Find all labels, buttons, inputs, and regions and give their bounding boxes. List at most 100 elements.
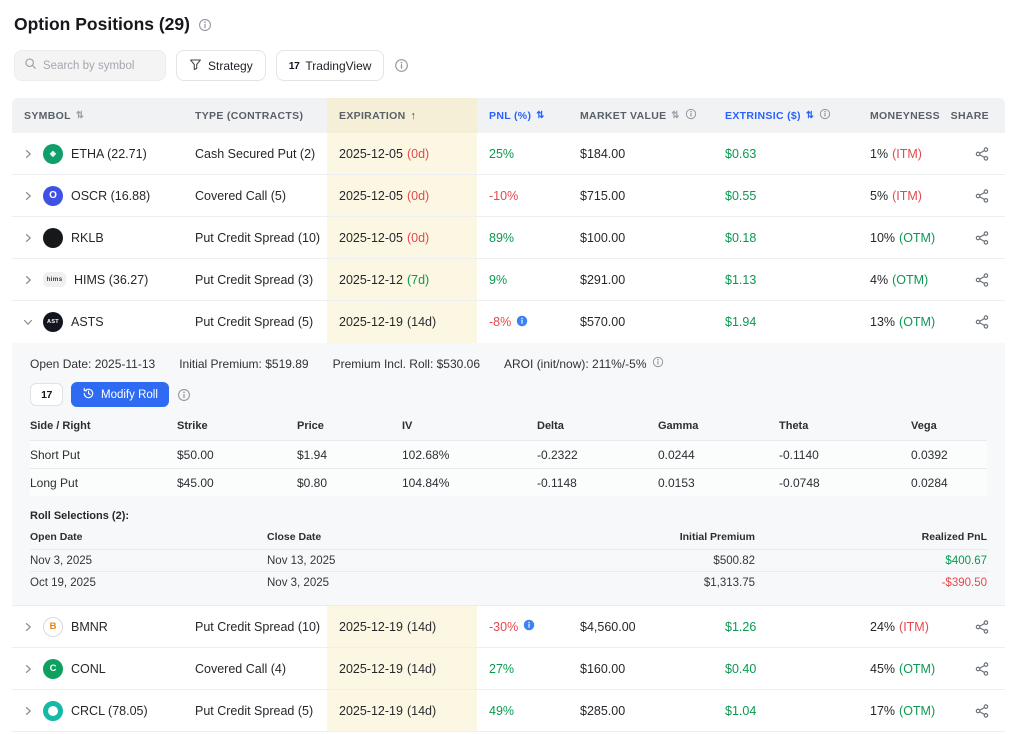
table-row[interactable]: CRCL (78.05) Put Credit Spread (5) 2025-… <box>12 690 1005 732</box>
tradingview-button-label: TradingView <box>305 59 371 73</box>
table-row[interactable]: C CONL Covered Call (4) 2025-12-19 (14d)… <box>12 648 1005 690</box>
column-header-type: TYPE (CONTRACTS) <box>183 98 327 133</box>
roll-open-date: Oct 19, 2025 <box>30 577 267 589</box>
type-cell: Cash Secured Put (2) <box>183 147 327 161</box>
roll-selections-section: Roll Selections (2): Open Date Close Dat… <box>30 510 987 593</box>
side-right-value: Long Put <box>30 476 177 490</box>
info-icon[interactable] <box>819 108 831 123</box>
pnl-cell: -30% <box>477 619 568 634</box>
symbol-label: BMNR <box>71 620 108 634</box>
theta-value: -0.0748 <box>779 476 911 490</box>
toolbar: Strategy 17 TradingView <box>14 50 1005 81</box>
crcl-logo-icon <box>43 701 63 721</box>
symbol-cell[interactable]: B BMNR <box>12 617 183 637</box>
chevron-right-icon[interactable] <box>21 190 35 202</box>
sort-icon[interactable]: ⇅ <box>76 110 84 121</box>
moneyness-cell: 45%(OTM) <box>858 662 958 676</box>
roll-table-header: Open Date Close Date Initial Premium Rea… <box>30 531 987 549</box>
sort-icon[interactable]: ⇅ <box>806 110 814 121</box>
tradingview-chart-button[interactable]: 17 <box>30 383 63 406</box>
type-cell: Put Credit Spread (10) <box>183 231 327 245</box>
expiration-cell: 2025-12-19 (14d) <box>327 606 477 647</box>
table-row[interactable]: ◆ ETHA (22.71) Cash Secured Put (2) 2025… <box>12 133 1005 175</box>
iv-value: 102.68% <box>402 448 537 462</box>
delta-value: -0.2322 <box>537 448 658 462</box>
info-icon[interactable] <box>198 18 212 32</box>
share-button[interactable] <box>958 606 1005 647</box>
column-header-expiration[interactable]: EXPIRATION↑ <box>327 98 477 133</box>
chevron-down-icon[interactable] <box>21 316 35 328</box>
info-icon[interactable] <box>177 388 191 402</box>
table-row[interactable]: RKLB Put Credit Spread (10) 2025-12-05 (… <box>12 217 1005 259</box>
share-button[interactable] <box>958 217 1005 258</box>
chevron-right-icon[interactable] <box>21 232 35 244</box>
pnl-cell: -10% <box>477 189 568 203</box>
market-value-cell: $160.00 <box>568 662 713 676</box>
info-icon[interactable] <box>394 58 409 73</box>
chevron-right-icon[interactable] <box>21 621 35 633</box>
type-cell: Covered Call (5) <box>183 189 327 203</box>
strategy-filter-button[interactable]: Strategy <box>176 50 266 81</box>
legs-table-header: Side / Right Strike Price IV Delta Gamma… <box>30 407 987 440</box>
roll-table-row: Oct 19, 2025 Nov 3, 2025 $1,313.75 -$390… <box>30 571 987 593</box>
column-header-pnl[interactable]: PNL (%)⇅ <box>477 98 568 133</box>
bmnr-logo-icon: B <box>43 617 63 637</box>
column-header-moneyness: MONEYNESS <box>858 98 958 133</box>
share-button[interactable] <box>958 133 1005 174</box>
expiration-days: (14d) <box>407 662 436 676</box>
rklb-logo-icon <box>43 228 63 248</box>
symbol-cell[interactable]: RKLB <box>12 228 183 248</box>
page-header: Option Positions (29) <box>14 14 1005 35</box>
symbol-cell[interactable]: hims HIMS (36.27) <box>12 272 183 287</box>
positions-table: SYMBOL⇅ TYPE (CONTRACTS) EXPIRATION↑ PNL… <box>12 98 1005 732</box>
expiration-days: (14d) <box>407 620 436 634</box>
share-button[interactable] <box>958 259 1005 300</box>
sort-icon[interactable]: ⇅ <box>671 110 679 121</box>
symbol-cell[interactable]: CRCL (78.05) <box>12 701 183 721</box>
type-cell: Put Credit Spread (5) <box>183 315 327 329</box>
theta-value: -0.1140 <box>779 448 911 462</box>
sort-ascending-icon[interactable]: ↑ <box>411 110 417 122</box>
column-header-share: SHARE <box>958 98 1005 133</box>
search-input-container[interactable] <box>14 50 166 81</box>
symbol-label: ETHA (22.71) <box>71 147 147 161</box>
extrinsic-cell: $0.63 <box>713 147 858 161</box>
column-header-symbol[interactable]: SYMBOL⇅ <box>12 98 183 133</box>
table-row[interactable]: B BMNR Put Credit Spread (10) 2025-12-19… <box>12 606 1005 648</box>
expiration-date: 2025-12-12 <box>339 273 403 287</box>
table-row[interactable]: O OSCR (16.88) Covered Call (5) 2025-12-… <box>12 175 1005 217</box>
share-button[interactable] <box>958 175 1005 216</box>
expiration-days: (0d) <box>407 231 429 245</box>
info-icon[interactable] <box>652 356 664 371</box>
table-row[interactable]: hims HIMS (36.27) Put Credit Spread (3) … <box>12 259 1005 301</box>
symbol-cell[interactable]: ◆ ETHA (22.71) <box>12 144 183 164</box>
chevron-right-icon[interactable] <box>21 274 35 286</box>
symbol-cell[interactable]: C CONL <box>12 659 183 679</box>
info-icon[interactable] <box>516 315 528 330</box>
column-header-extrinsic[interactable]: EXTRINSIC ($)⇅ <box>713 98 858 133</box>
search-input[interactable] <box>43 60 156 72</box>
share-button[interactable] <box>958 690 1005 731</box>
info-icon[interactable] <box>685 108 697 123</box>
symbol-cell[interactable]: AST ASTS <box>12 312 183 332</box>
roll-close-date: Nov 3, 2025 <box>267 577 507 589</box>
moneyness-cell: 17%(OTM) <box>858 704 958 718</box>
moneyness-cell: 10%(OTM) <box>858 231 958 245</box>
table-row[interactable]: AST ASTS Put Credit Spread (5) 2025-12-1… <box>12 301 1005 343</box>
sort-icon[interactable]: ⇅ <box>536 110 544 121</box>
market-value-cell: $4,560.00 <box>568 620 713 634</box>
chevron-right-icon[interactable] <box>21 663 35 675</box>
modify-roll-button[interactable]: Modify Roll <box>71 382 169 407</box>
extrinsic-cell: $0.18 <box>713 231 858 245</box>
premium-incl-roll-value: Premium Incl. Roll: $530.06 <box>333 357 480 371</box>
chevron-right-icon[interactable] <box>21 148 35 160</box>
market-value-cell: $291.00 <box>568 273 713 287</box>
info-icon[interactable] <box>523 619 535 634</box>
tradingview-button[interactable]: 17 TradingView <box>276 50 385 81</box>
share-button[interactable] <box>958 301 1005 343</box>
chevron-right-icon[interactable] <box>21 705 35 717</box>
column-header-market-value[interactable]: MARKET VALUE⇅ <box>568 98 713 133</box>
share-button[interactable] <box>958 648 1005 689</box>
symbol-cell[interactable]: O OSCR (16.88) <box>12 186 183 206</box>
expiration-days: (14d) <box>407 315 436 329</box>
